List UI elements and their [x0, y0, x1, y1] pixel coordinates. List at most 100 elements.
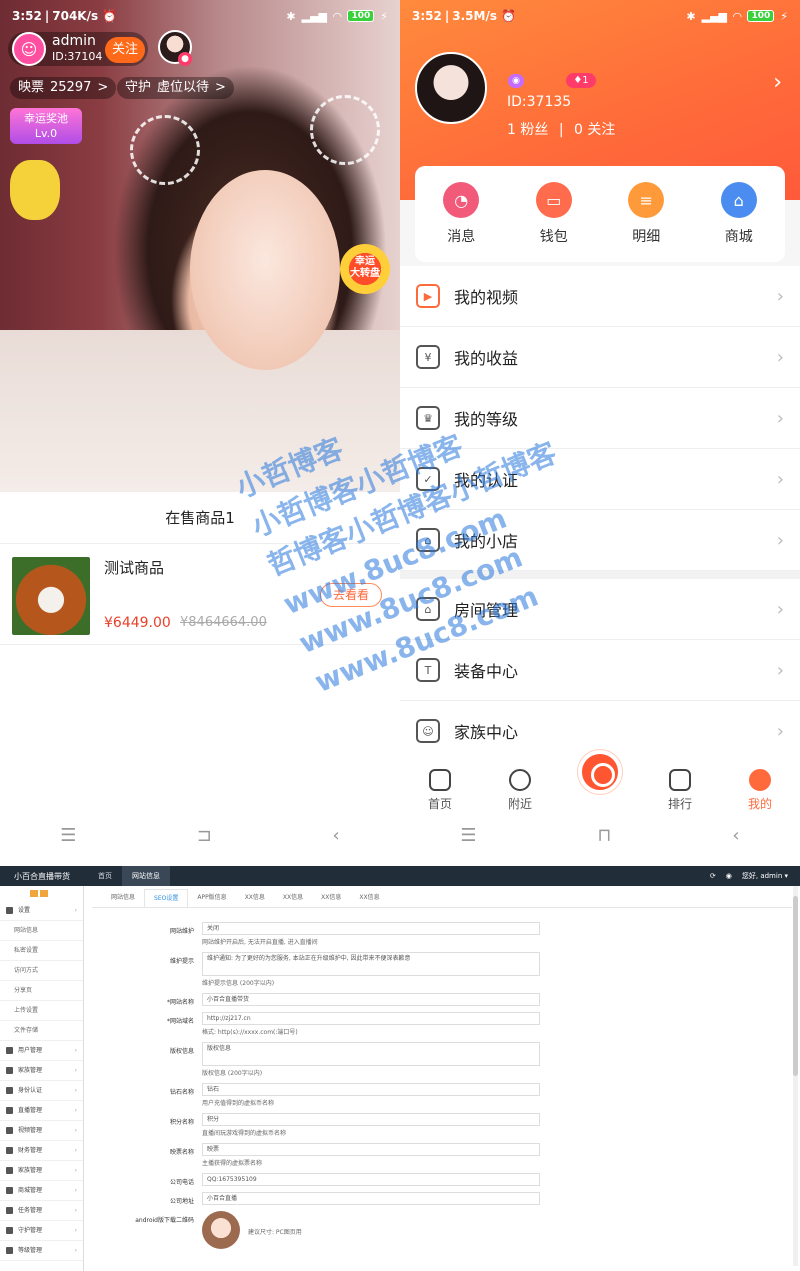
- mic-icon: ♦: [573, 75, 583, 86]
- chevron-right-icon: ›: [74, 1186, 77, 1194]
- chevron-right-icon[interactable]: ›: [773, 70, 782, 95]
- menu-my-level[interactable]: ♛ 我的等级 ›: [400, 388, 800, 449]
- charging-icon: ⚡: [780, 9, 788, 23]
- menu-label: 我的视频: [454, 288, 519, 307]
- anchor-avatar[interactable]: ☺: [12, 32, 46, 66]
- video-background: [0, 330, 400, 492]
- menu-room-management[interactable]: ⌂ 房间管理 ›: [400, 579, 800, 640]
- sidebar-subitem[interactable]: 网站信息: [0, 921, 83, 941]
- chevron-right-icon: ›: [776, 720, 784, 742]
- admin-user-menu[interactable]: 您好, admin ▾: [742, 871, 788, 881]
- chevron-right-icon: ›: [74, 1126, 77, 1134]
- menu-equipment-center[interactable]: T 装备中心 ›: [400, 640, 800, 701]
- tab-nearby[interactable]: 附近: [490, 769, 550, 812]
- tab-ranking[interactable]: 排行: [650, 769, 710, 812]
- settings-tab[interactable]: APP版信息: [188, 889, 235, 907]
- menu-nav-icon[interactable]: ☰: [460, 825, 476, 846]
- sidebar-item[interactable]: 财务管理 ›: [0, 1141, 83, 1161]
- scrollbar[interactable]: [793, 886, 798, 1266]
- quick-actions-card: ◔ 消息 ▭ 钱包 ≡ 明细 ⌂ 商城: [415, 166, 785, 262]
- home-nav-icon[interactable]: ⊐: [197, 825, 212, 846]
- tab-me[interactable]: 我的: [730, 769, 790, 812]
- quick-details[interactable]: ≡ 明细: [611, 182, 681, 246]
- sidebar-item[interactable]: 任务管理 ›: [0, 1201, 83, 1221]
- sidebar-subitem[interactable]: 私密设置: [0, 941, 83, 961]
- field-input[interactable]: 积分: [202, 1113, 540, 1126]
- form-row: 维护提示 维护通知: 为了更好的为您服务, 本站正在升级维护中, 因此带来不便深表…: [92, 952, 792, 987]
- back-nav-icon[interactable]: ‹: [333, 825, 340, 846]
- quick-wallet[interactable]: ▭ 钱包: [519, 182, 589, 246]
- user-avatar-icon[interactable]: ◉: [726, 872, 732, 880]
- quick-messages[interactable]: ◔ 消息: [426, 182, 496, 246]
- sidebar-item[interactable]: 商城管理 ›: [0, 1181, 83, 1201]
- fans-count[interactable]: 1 粉丝: [507, 122, 548, 138]
- home-nav-icon[interactable]: ⊓: [597, 825, 611, 846]
- tab-start-live[interactable]: [570, 750, 630, 812]
- sidebar-item[interactable]: 设置 ›: [0, 901, 83, 921]
- menu-icon: [6, 1207, 13, 1214]
- field-input[interactable]: 版权信息: [202, 1042, 540, 1066]
- guard-pill[interactable]: 守护 虚位以待 >: [117, 77, 234, 99]
- sidebar-subitem[interactable]: 上传设置: [0, 1001, 83, 1021]
- sidebar-subitem[interactable]: 访问方式: [0, 961, 83, 981]
- votes-pill[interactable]: 映票 25297 >: [10, 77, 117, 99]
- field-input[interactable]: 小百合直播带货: [202, 993, 540, 1006]
- field-input[interactable]: 钻石: [202, 1083, 540, 1096]
- lucky-pool-badge[interactable]: 幸运奖池 Lv.0: [10, 108, 82, 144]
- menu-nav-icon[interactable]: ☰: [60, 825, 76, 846]
- chevron-right-icon: ›: [776, 659, 784, 681]
- quick-mall[interactable]: ⌂ 商城: [704, 182, 774, 246]
- admin-content: 网站信息 SEO设置 APP版信息 XX信息 XX信息 XX信息 XX信息 网站…: [92, 886, 792, 1271]
- tab-label: 首页: [427, 797, 452, 811]
- settings-tab[interactable]: XX信息: [350, 889, 388, 907]
- sidebar-toggle[interactable]: [0, 886, 83, 901]
- qr-image[interactable]: [202, 1211, 240, 1249]
- sidebar-item[interactable]: 家族管理 ›: [0, 1161, 83, 1181]
- field-label: *网站域名: [166, 1018, 194, 1025]
- sidebar-item[interactable]: 家族管理 ›: [0, 1061, 83, 1081]
- menu-my-earnings[interactable]: ¥ 我的收益 ›: [400, 327, 800, 388]
- sidebar-item[interactable]: 身份认证 ›: [0, 1081, 83, 1101]
- following-count[interactable]: 0 关注: [574, 122, 615, 138]
- lucky-wheel-button[interactable]: 幸运 大转盘: [340, 244, 390, 294]
- settings-tab[interactable]: SEO设置: [144, 889, 189, 907]
- tab-home[interactable]: 首页: [410, 769, 470, 812]
- live-video[interactable]: [0, 0, 400, 492]
- money-bag-icon: ¥: [416, 345, 440, 369]
- field-label: 维护提示: [169, 958, 194, 965]
- maintenance-select[interactable]: 关闭: [202, 922, 540, 935]
- chevron-right-icon: ›: [776, 529, 784, 551]
- field-input[interactable]: 映票: [202, 1143, 540, 1156]
- goods-item[interactable]: 测试商品 ¥6449.00 ¥8464664.00 去看看: [0, 545, 400, 645]
- field-input[interactable]: QQ:1675395109: [202, 1173, 540, 1186]
- admin-tab-home[interactable]: 首页: [88, 866, 122, 886]
- sidebar-label: 任务管理: [18, 1206, 43, 1214]
- admin-tab-site-info[interactable]: 网站信息: [122, 866, 170, 886]
- settings-tab[interactable]: 网站信息: [102, 889, 144, 907]
- sidebar-subitem[interactable]: 文件存储: [0, 1021, 83, 1041]
- sidebar-item[interactable]: 用户管理 ›: [0, 1041, 83, 1061]
- settings-tab[interactable]: XX信息: [274, 889, 312, 907]
- goods-view-button[interactable]: 去看看: [320, 583, 382, 607]
- refresh-icon[interactable]: ⟳: [710, 872, 716, 880]
- menu-my-shop[interactable]: ⌂ 我的小店 ›: [400, 510, 800, 571]
- form-row: 钻石名称 钻石 用户充值得到的虚拟币名称: [92, 1083, 792, 1107]
- status-bar: 3:52 | 3.5M/s ⏰ ✱ ▂▄▆ ◠ 100 ⚡: [412, 9, 788, 23]
- sidebar-subitem[interactable]: 分享页: [0, 981, 83, 1001]
- menu-my-videos[interactable]: ▶ 我的视频 ›: [400, 266, 800, 327]
- back-nav-icon[interactable]: ‹: [732, 825, 739, 846]
- field-input[interactable]: 小百合直播: [202, 1192, 540, 1205]
- quick-label: 明细: [632, 229, 661, 245]
- sidebar-item[interactable]: 视频管理 ›: [0, 1121, 83, 1141]
- menu-my-verification[interactable]: ✓ 我的认证 ›: [400, 449, 800, 510]
- settings-tab[interactable]: XX信息: [312, 889, 350, 907]
- field-input[interactable]: http://zj217.cn: [202, 1012, 540, 1025]
- sidebar-item[interactable]: 直播管理 ›: [0, 1101, 83, 1121]
- settings-tab[interactable]: XX信息: [236, 889, 274, 907]
- avatar[interactable]: [415, 52, 487, 124]
- sidebar-item[interactable]: 守护管理 ›: [0, 1221, 83, 1241]
- sidebar-item[interactable]: 等级管理 ›: [0, 1241, 83, 1261]
- field-input[interactable]: 维护通知: 为了更好的为您服务, 本站正在升级维护中, 因此带来不便深表歉意: [202, 952, 540, 976]
- lucky-wheel-line1: 幸运: [355, 256, 375, 267]
- follow-button[interactable]: 关注: [105, 37, 145, 63]
